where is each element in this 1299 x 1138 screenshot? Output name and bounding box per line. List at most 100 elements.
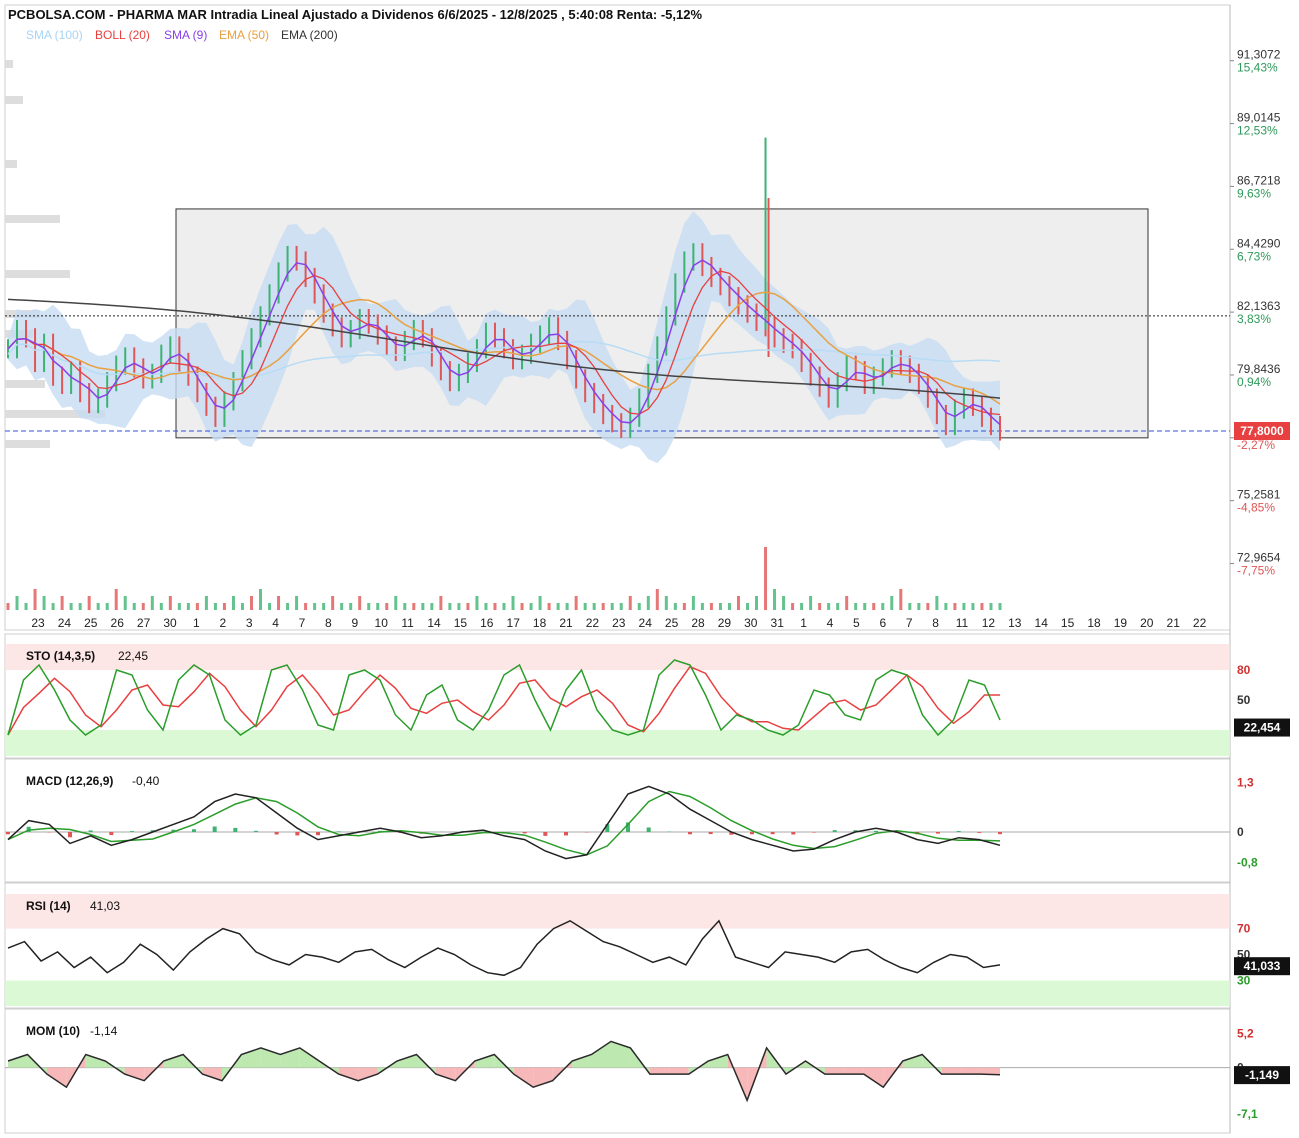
x-tick-label: 1: [800, 616, 807, 630]
momentum-area: [591, 1041, 611, 1068]
indicator-title: STO (14,3,5): [26, 649, 95, 663]
panel-frame: [4, 1008, 1231, 1134]
macd-histogram-bar: [564, 832, 568, 836]
volume-bar: [637, 603, 641, 610]
macd-histogram-bar: [750, 832, 754, 835]
momentum-area: [202, 1067, 222, 1081]
volume-bar: [493, 603, 497, 610]
volume-profile-bar: [5, 96, 23, 104]
momentum-area: [572, 1054, 592, 1068]
volume-bar: [222, 603, 226, 610]
volume-bar: [989, 603, 993, 610]
volume-bar: [105, 603, 109, 610]
macd-histogram-bar: [770, 832, 775, 835]
macd-histogram-bar: [88, 830, 93, 832]
volume-bar: [6, 603, 10, 610]
y-tick-label: 79,8436: [1237, 362, 1281, 376]
x-tick-label: 10: [375, 616, 389, 630]
volume-bar: [556, 603, 560, 610]
x-tick-label: 15: [1061, 616, 1075, 630]
indicator-value: -1,14: [90, 1024, 118, 1038]
x-tick-label: 11: [956, 616, 969, 630]
volume-bar: [114, 589, 118, 610]
volume-bar: [998, 603, 1002, 610]
volume-bar: [24, 603, 28, 610]
volume-bar: [944, 603, 948, 610]
y-tick-label: 91,3072: [1237, 48, 1281, 62]
volume-bar: [800, 603, 804, 610]
volume-bar: [619, 603, 623, 610]
volume-bar: [439, 596, 443, 610]
volume-profile-bar: [5, 60, 13, 68]
x-tick-label: 25: [84, 616, 98, 630]
oversold-zone: [5, 980, 1230, 1006]
x-tick-label: 2: [219, 616, 226, 630]
macd-histogram-bar: [543, 832, 548, 836]
x-tick-label: 23: [31, 616, 45, 630]
panel-frame: [4, 758, 1231, 883]
volume-bar: [601, 603, 605, 610]
volume-bar: [277, 596, 281, 610]
y-tick-label: 75,2581: [1237, 488, 1281, 502]
x-tick-label: 29: [718, 616, 732, 630]
x-tick-label: 8: [325, 616, 332, 630]
volume-bar: [295, 596, 299, 610]
macd-histogram-bar: [6, 832, 10, 835]
x-tick-label: 21: [559, 616, 573, 630]
indicator-tick: 80: [1237, 663, 1251, 677]
volume-bar: [646, 596, 650, 610]
x-tick-label: 27: [137, 616, 151, 630]
volume-bar: [331, 596, 335, 610]
volume-bar: [520, 603, 524, 610]
volume-profile-bar: [5, 215, 60, 223]
x-tick-label: 1: [193, 616, 200, 630]
volume-bar: [150, 596, 154, 610]
macd-histogram-bar: [688, 832, 692, 835]
volume-bar: [340, 603, 344, 610]
macd-histogram-bar: [336, 831, 341, 832]
volume-bar: [818, 603, 822, 610]
volume-bar: [745, 603, 749, 610]
volume-bar: [574, 596, 578, 610]
volume-bar: [475, 596, 479, 610]
volume-bar: [583, 603, 587, 610]
volume-bar: [736, 596, 740, 610]
macd-histogram-bar: [109, 832, 114, 836]
legend-entry: SMA (100): [26, 28, 83, 42]
volume-bar: [457, 603, 461, 610]
indicator-title: MACD (12,26,9): [26, 774, 113, 788]
indicator-title: MOM (10): [26, 1024, 80, 1038]
volume-bar: [42, 596, 46, 610]
volume-bar: [349, 603, 353, 610]
macd-histogram-bar: [977, 832, 982, 833]
volume-bar: [177, 603, 181, 610]
y-tick-pct: -7,75%: [1237, 564, 1275, 578]
volume-bar: [286, 603, 290, 610]
volume-bar: [466, 603, 470, 610]
volume-profile-bar: [5, 380, 45, 388]
volume-bar: [655, 589, 659, 610]
x-tick-label: 18: [533, 616, 547, 630]
volume-bar: [809, 596, 813, 610]
volume-bar: [610, 603, 614, 610]
volume-profile-bar: [5, 160, 17, 168]
indicator-current-label: 22,454: [1244, 721, 1281, 735]
momentum-area: [669, 1067, 689, 1075]
volume-bar: [511, 596, 515, 610]
x-tick-label: 28: [691, 616, 705, 630]
macd-histogram-bar: [68, 832, 72, 838]
indicator-tick: 70: [1237, 922, 1251, 936]
x-tick-label: 9: [351, 616, 358, 630]
volume-bar: [565, 603, 569, 610]
volume-bar: [123, 596, 127, 610]
indicator-value: 22,45: [118, 649, 148, 663]
volume-bar: [87, 596, 91, 610]
x-tick-label: 26: [111, 616, 125, 630]
indicator-tick: -7,1: [1237, 1107, 1258, 1121]
volume-bar: [502, 603, 506, 610]
y-tick-pct: 15,43%: [1237, 61, 1278, 75]
volume-bar: [15, 596, 19, 610]
volume-bar: [259, 589, 263, 610]
macd-histogram-bar: [316, 832, 320, 836]
x-tick-label: 12: [982, 616, 996, 630]
